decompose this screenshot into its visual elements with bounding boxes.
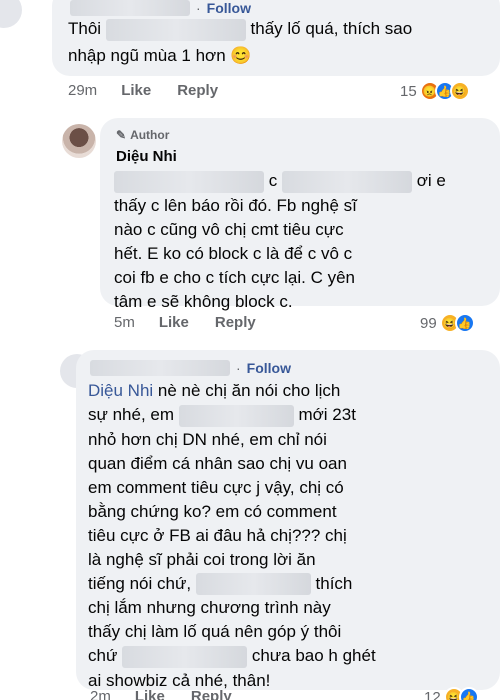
- comment-actions: 29m Like Reply: [68, 82, 244, 99]
- haha-react-icon: 😆: [449, 81, 470, 101]
- comment-text-line: nào c cũng vô chị cmt tiêu cực: [114, 219, 344, 239]
- like-button[interactable]: Like: [121, 82, 151, 99]
- reactions-summary[interactable]: 12 😆 👍: [424, 687, 479, 700]
- like-react-icon: 👍: [454, 313, 475, 333]
- reactions-summary[interactable]: 15 😠 👍 😆: [400, 81, 470, 101]
- comment-time[interactable]: 5m: [114, 314, 135, 331]
- comment-text-segment: nè nè chị ăn nói cho lịch: [153, 381, 341, 400]
- comment-text-line: coi fb e cho c tích cực lại. C yên: [114, 267, 355, 287]
- comment-text-segment: chứ: [88, 646, 118, 666]
- comment-bubble: ✎ Author Diệu Nhi c ơi e thấy c lên báo …: [100, 118, 500, 311]
- comment-text-line: tiêu cực ở FB ai đâu hả chị??? chị: [88, 525, 347, 545]
- comment-actions: 5m Like Reply: [114, 314, 282, 331]
- like-button[interactable]: Like: [135, 688, 165, 700]
- comment-text-line: là nghệ sĩ phải coi trong lời ăn: [88, 549, 316, 569]
- author-badge-label: Author: [130, 128, 170, 142]
- comment-text-line: bằng chứng ko? em có comment: [88, 501, 337, 521]
- comment-text-segment: ơi e: [416, 171, 446, 190]
- reaction-count: 12: [424, 688, 441, 700]
- comment-author[interactable]: Diệu Nhi: [116, 148, 177, 165]
- comment-text-line: nhỏ hơn chị DN nhé, em chỉ nói: [88, 429, 327, 449]
- comment-text-line: em comment tiêu cực j vậy, chị có: [88, 477, 344, 497]
- separator-dot: ·: [196, 0, 201, 16]
- like-button[interactable]: Like: [159, 314, 189, 331]
- redacted-text: [281, 170, 412, 193]
- mention-link[interactable]: Diệu Nhi: [88, 381, 153, 400]
- comment-text: Diệu Nhi nè nè chị ăn nói cho lịch sự nh…: [88, 380, 496, 692]
- comment-text-line: chị lắm nhưng chương trình này: [88, 598, 331, 618]
- comment-text-segment: thấy lố quá, thích sao: [250, 19, 413, 38]
- reply-button[interactable]: Reply: [177, 82, 218, 99]
- comment-text-segment: thích: [315, 573, 353, 593]
- comment-time[interactable]: 29m: [68, 82, 97, 99]
- redacted-text: [105, 18, 246, 41]
- comment-text-segment: chưa bao h ghét: [251, 646, 376, 666]
- comment-text-segment: Thôi: [68, 19, 102, 38]
- avatar[interactable]: [0, 0, 22, 28]
- comment-header: · Follow: [70, 0, 251, 16]
- comment-text-segment: sự nhé, em: [88, 405, 175, 424]
- comment-text: Thôi thấy lố quá, thích sao nhập ngũ mùa…: [68, 18, 498, 67]
- comment-actions: 2m Like Reply: [90, 688, 258, 700]
- comment-text-line: nhập ngũ mùa 1 hơn 😊: [68, 45, 252, 65]
- avatar[interactable]: [62, 124, 96, 158]
- redacted-text: [114, 170, 264, 193]
- comment-time[interactable]: 2m: [90, 688, 111, 700]
- reactions-summary[interactable]: 99 😆 👍: [420, 313, 475, 333]
- author-pen-icon: ✎: [116, 128, 127, 142]
- comment-text-segment: c: [268, 171, 278, 190]
- follow-link[interactable]: Follow: [207, 0, 251, 16]
- comment-text-segment: tiếng nói chứ,: [88, 573, 192, 593]
- redacted-name: [70, 0, 190, 16]
- reaction-count: 15: [400, 82, 417, 100]
- comment-text-line: thấy c lên báo rồi đó. Fb nghệ sĩ: [114, 195, 357, 215]
- redacted-name: [90, 360, 230, 376]
- follow-link[interactable]: Follow: [247, 360, 291, 376]
- comment-header: · Follow: [90, 360, 291, 376]
- separator-dot: ·: [236, 360, 241, 376]
- reply-button[interactable]: Reply: [215, 314, 256, 331]
- comment-text-line: quan điểm cá nhân sao chị vu oan: [88, 453, 347, 473]
- reply-button[interactable]: Reply: [191, 688, 232, 700]
- comment-text-line: hết. E ko có block c là để c vô c: [114, 243, 353, 263]
- comment-text-line: thấy chị làm lố quá nên góp ý thôi: [88, 622, 342, 642]
- author-badge: ✎ Author: [116, 128, 169, 142]
- redacted-text: [122, 645, 248, 668]
- comment-text-line: tâm e sẽ không block c.: [114, 291, 293, 311]
- like-react-icon: 👍: [458, 687, 479, 700]
- reaction-count: 99: [420, 314, 437, 332]
- comment-text: c ơi e thấy c lên báo rồi đó. Fb nghệ sĩ…: [114, 170, 494, 313]
- comment-text-segment: mới 23t: [298, 405, 356, 424]
- comment-bubble: · Follow Thôi thấy lố quá, thích sao nhậ…: [52, 0, 500, 76]
- redacted-text: [178, 404, 294, 427]
- redacted-text: [195, 573, 311, 596]
- comment-bubble: · Follow Diệu Nhi nè nè chị ăn nói cho l…: [76, 350, 500, 690]
